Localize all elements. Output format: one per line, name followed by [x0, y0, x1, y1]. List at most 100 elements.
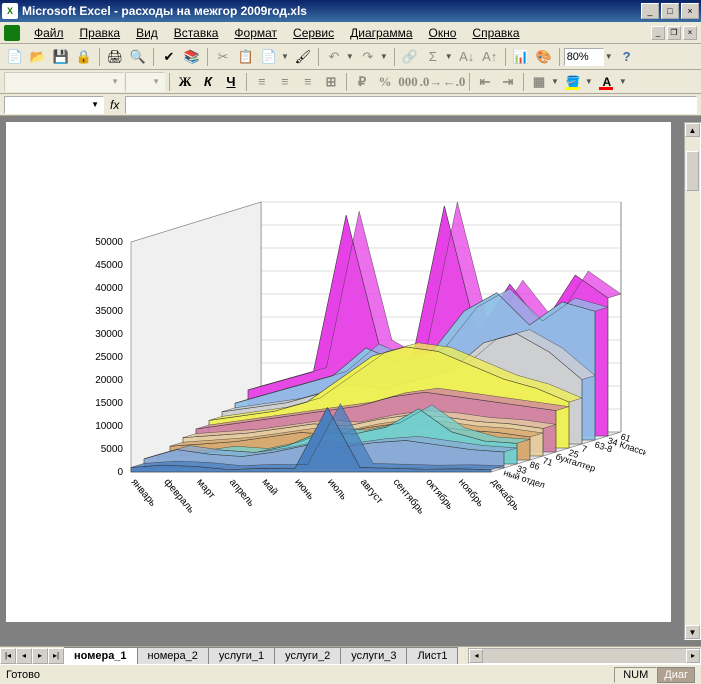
tab-nav-next-icon[interactable]: ▸ [32, 648, 48, 664]
menu-tools[interactable]: Сервис [285, 24, 342, 42]
new-icon[interactable]: 📄 [4, 46, 26, 68]
workarea: 0500010000150002000025000300003500040000… [0, 116, 701, 646]
redo-dropdown-icon[interactable]: ▼ [378, 52, 390, 61]
svg-text:июнь: июнь [292, 477, 316, 502]
decrease-indent-icon[interactable]: ⇤ [474, 72, 496, 92]
svg-text:сентябрь: сентябрь [391, 476, 428, 516]
drawing-icon[interactable]: 🎨 [533, 46, 555, 68]
preview-icon[interactable]: 🔍 [127, 46, 149, 68]
permission-icon[interactable]: 🔒 [73, 46, 95, 68]
undo-icon[interactable]: ↶ [323, 46, 345, 68]
font-combo[interactable]: ▼ [4, 72, 124, 92]
sheet-tab[interactable]: услуги_1 [209, 647, 275, 664]
spellcheck-icon[interactable]: ✔ [158, 46, 180, 68]
svg-text:октябрь: октябрь [423, 476, 456, 512]
paste-dropdown-icon[interactable]: ▼ [279, 52, 291, 61]
percent-icon[interactable]: % [374, 72, 396, 92]
zoom-combo[interactable]: 80% [564, 48, 604, 66]
bold-button[interactable]: Ж [174, 72, 196, 92]
menu-help[interactable]: Справка [464, 24, 527, 42]
decrease-decimal-icon[interactable]: ←.0 [443, 72, 465, 92]
sort-desc-icon[interactable]: A↑ [479, 46, 501, 68]
menu-edit[interactable]: Правка [72, 24, 129, 42]
paste-icon[interactable]: 📄 [258, 46, 280, 68]
scroll-down-icon[interactable]: ▼ [685, 625, 700, 639]
italic-button[interactable]: К [197, 72, 219, 92]
align-center-icon[interactable]: ≡ [274, 72, 296, 92]
menu-view[interactable]: Вид [128, 24, 166, 42]
scroll-left-icon[interactable]: ◂ [469, 649, 483, 663]
sheet-tab[interactable]: Лист1 [407, 647, 458, 664]
menu-format[interactable]: Формат [226, 24, 285, 42]
sort-asc-icon[interactable]: A↓ [456, 46, 478, 68]
close-button[interactable]: × [681, 3, 699, 19]
borders-icon[interactable]: ▦ [528, 72, 550, 92]
sheet-tab[interactable]: услуги_2 [275, 647, 341, 664]
svg-text:15000: 15000 [95, 398, 123, 409]
print-icon[interactable]: 🖨 [104, 46, 126, 68]
menu-window[interactable]: Окно [421, 24, 465, 42]
svg-text:10000: 10000 [95, 421, 123, 432]
svg-text:20000: 20000 [95, 375, 123, 386]
currency-icon[interactable]: ₽ [351, 72, 373, 92]
help-icon[interactable]: ? [616, 46, 638, 68]
formatting-toolbar: ▼ ▼ Ж К Ч ≡ ≡ ≡ ⊞ ₽ % 000 .0→ ←.0 ⇤ ⇥ ▦▼… [0, 70, 701, 94]
autosum-dropdown-icon[interactable]: ▼ [443, 52, 455, 61]
merge-icon[interactable]: ⊞ [320, 72, 342, 92]
scroll-up-icon[interactable]: ▲ [685, 123, 700, 137]
scroll-right-icon[interactable]: ▸ [686, 649, 700, 663]
tab-nav-first-icon[interactable]: |◂ [0, 648, 16, 664]
svg-text:7: 7 [580, 443, 588, 454]
app-icon[interactable] [4, 25, 20, 41]
mdi-close-button[interactable]: × [683, 26, 697, 40]
format-painter-icon[interactable]: 🖌 [292, 46, 314, 68]
status-ready: Готово [6, 669, 40, 681]
svg-text:71: 71 [541, 455, 554, 468]
research-icon[interactable]: 📚 [181, 46, 203, 68]
menu-file[interactable]: Файл [26, 24, 72, 42]
redo-icon[interactable]: ↷ [357, 46, 379, 68]
comma-icon[interactable]: 000 [397, 72, 419, 92]
minimize-button[interactable]: _ [641, 3, 659, 19]
hyperlink-icon[interactable]: 🔗 [399, 46, 421, 68]
menu-insert[interactable]: Вставка [166, 24, 227, 42]
fill-color-button[interactable]: 🪣 [562, 72, 584, 92]
formula-input[interactable] [125, 96, 697, 114]
zoom-dropdown-icon[interactable]: ▼ [603, 52, 615, 61]
tab-nav-last-icon[interactable]: ▸| [48, 648, 64, 664]
underline-button[interactable]: Ч [220, 72, 242, 92]
mdi-restore-button[interactable]: ❐ [667, 26, 681, 40]
name-box[interactable]: ▼ [4, 96, 104, 114]
align-left-icon[interactable]: ≡ [251, 72, 273, 92]
cut-icon[interactable]: ✂ [212, 46, 234, 68]
chart-wizard-icon[interactable]: 📊 [510, 46, 532, 68]
font-color-button[interactable]: A [596, 72, 618, 92]
open-icon[interactable]: 📂 [27, 46, 49, 68]
increase-indent-icon[interactable]: ⇥ [497, 72, 519, 92]
sheet-tab[interactable]: услуги_3 [341, 647, 407, 664]
svg-text:август: август [358, 477, 385, 507]
menu-chart[interactable]: Диаграмма [342, 24, 420, 42]
horizontal-scrollbar[interactable]: ◂ ▸ [468, 648, 701, 664]
maximize-button[interactable]: □ [661, 3, 679, 19]
menu-bar: Файл Правка Вид Вставка Формат Сервис Ди… [0, 22, 701, 44]
align-right-icon[interactable]: ≡ [297, 72, 319, 92]
copy-icon[interactable]: 📋 [235, 46, 257, 68]
chart-sheet[interactable]: 0500010000150002000025000300003500040000… [6, 122, 671, 622]
3d-area-chart[interactable]: 0500010000150002000025000300003500040000… [36, 142, 646, 602]
scroll-thumb[interactable] [686, 151, 699, 191]
sheet-tab[interactable]: номера_2 [138, 647, 209, 664]
mdi-minimize-button[interactable]: _ [651, 26, 665, 40]
svg-text:25000: 25000 [95, 352, 123, 363]
increase-decimal-icon[interactable]: .0→ [420, 72, 442, 92]
sheet-tab-strip: |◂ ◂ ▸ ▸| номера_1 номера_2 услуги_1 усл… [0, 646, 701, 664]
autosum-icon[interactable]: Σ [422, 46, 444, 68]
sheet-tab[interactable]: номера_1 [64, 647, 138, 664]
font-size-combo[interactable]: ▼ [125, 72, 165, 92]
undo-dropdown-icon[interactable]: ▼ [344, 52, 356, 61]
fx-icon[interactable]: fx [110, 98, 119, 112]
vertical-scrollbar[interactable]: ▲ ▼ [684, 122, 701, 640]
svg-text:0: 0 [117, 467, 123, 478]
save-icon[interactable]: 💾 [50, 46, 72, 68]
tab-nav-prev-icon[interactable]: ◂ [16, 648, 32, 664]
